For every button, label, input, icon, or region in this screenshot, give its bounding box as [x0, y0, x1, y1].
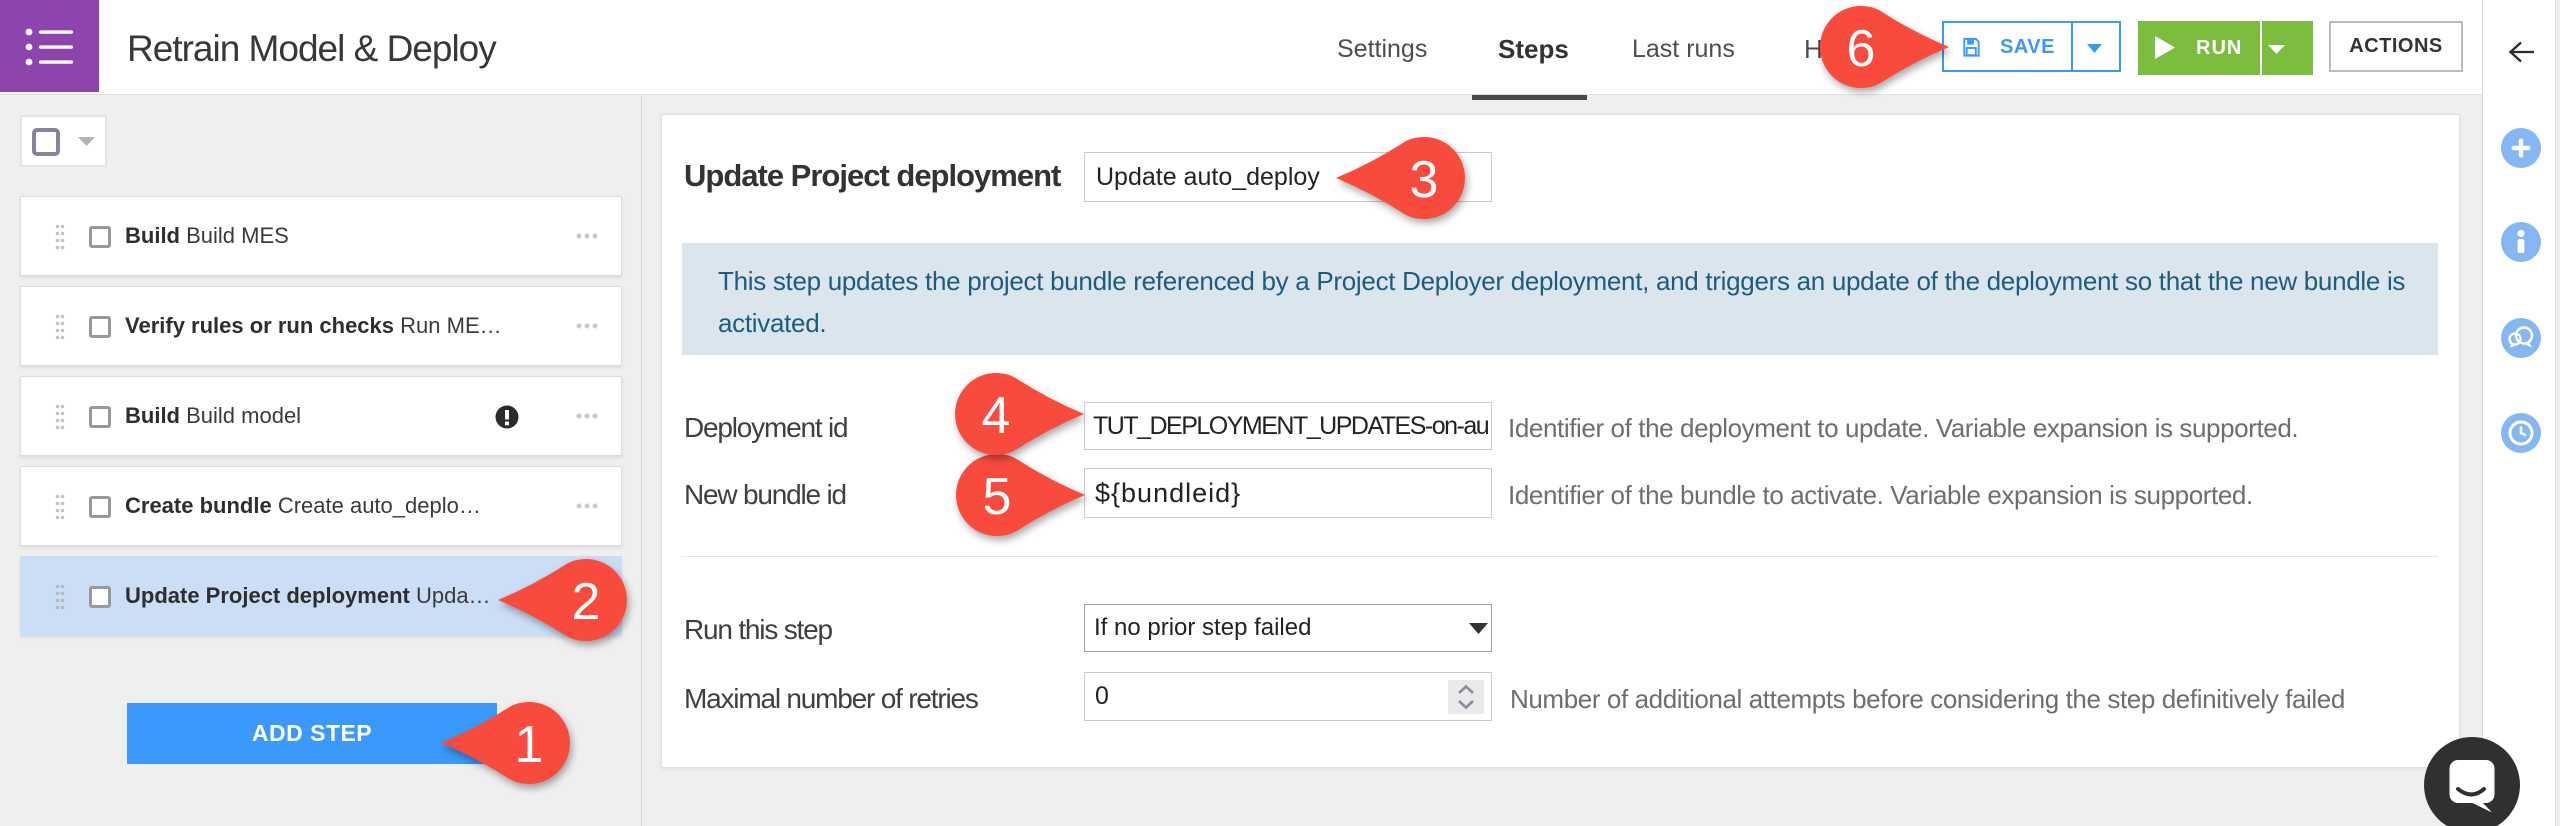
svg-text:4: 4	[982, 387, 1011, 445]
svg-text:5: 5	[983, 468, 1012, 526]
svg-text:6: 6	[1847, 20, 1876, 78]
svg-text:2: 2	[572, 573, 601, 631]
svg-text:3: 3	[1410, 151, 1439, 209]
svg-text:1: 1	[515, 716, 544, 774]
